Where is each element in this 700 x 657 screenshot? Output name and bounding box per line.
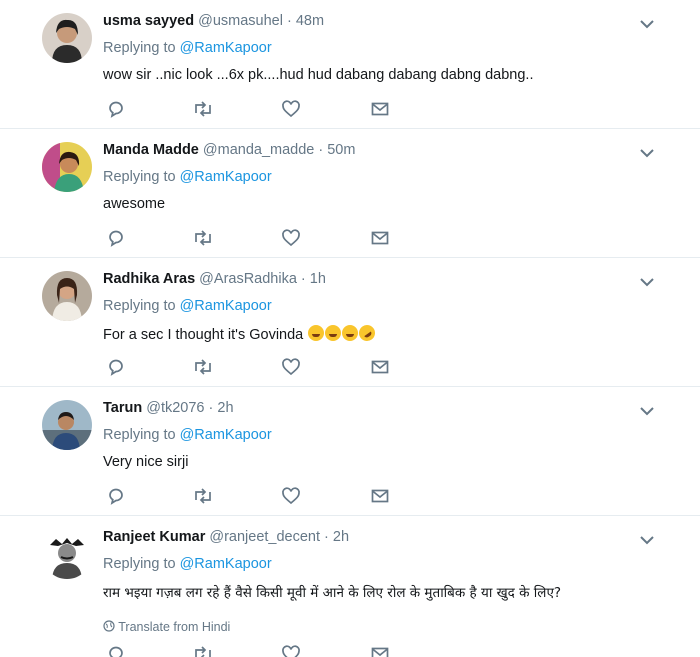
avatar[interactable]: [42, 400, 92, 450]
reply-icon[interactable]: [106, 228, 126, 248]
mention-link[interactable]: @RamKapoor: [180, 556, 272, 572]
tweet-actions: [103, 644, 403, 657]
avatar[interactable]: [42, 13, 92, 63]
reply-icon[interactable]: [106, 486, 126, 506]
tweet-text: wow sir ..nic look ...6x pk....hud hud d…: [103, 67, 534, 83]
replying-prefix: Replying to: [103, 427, 180, 443]
heart-icon[interactable]: [281, 486, 301, 506]
tweet-text: राम भइया गज़ब लग रहे हैं वैसे किसी मूवी …: [103, 585, 562, 601]
reply-icon[interactable]: [106, 99, 126, 119]
replying-to: Replying to @RamKapoor: [103, 556, 272, 572]
replying-to: Replying to @RamKapoor: [103, 427, 272, 443]
tweet[interactable]: Tarun @tk2076 · 2h Replying to @RamKapoo…: [0, 387, 700, 516]
face-with-tears-of-joy-icon: [325, 325, 342, 341]
avatar[interactable]: [42, 529, 92, 579]
retweet-icon[interactable]: [193, 357, 213, 377]
face-with-tears-of-joy-icon: [342, 325, 359, 341]
face-with-tears-of-joy-icon: [308, 325, 325, 341]
retweet-icon[interactable]: [193, 486, 213, 506]
handle-and-time[interactable]: @manda_madde · 50m: [203, 142, 356, 158]
tweet[interactable]: Manda Madde @manda_madde · 50m Replying …: [0, 129, 700, 258]
replying-prefix: Replying to: [103, 556, 180, 572]
handle-and-time[interactable]: @tk2076 · 2h: [146, 400, 233, 416]
chevron-down-icon[interactable]: [640, 277, 654, 287]
tweet[interactable]: usma sayyed @usmasuhel · 48m Replying to…: [0, 0, 700, 129]
display-name[interactable]: Manda Madde: [103, 142, 199, 158]
heart-icon[interactable]: [281, 644, 301, 657]
tweet-text: awesome: [103, 196, 166, 212]
display-name[interactable]: Radhika Aras: [103, 271, 195, 287]
envelope-icon[interactable]: [370, 644, 390, 657]
tweet-actions: [103, 357, 403, 377]
envelope-icon[interactable]: [370, 99, 390, 119]
tweet-actions: [103, 228, 403, 248]
handle-and-time[interactable]: @usmasuhel · 48m: [198, 13, 324, 29]
display-name[interactable]: usma sayyed: [103, 13, 194, 29]
mention-link[interactable]: @RamKapoor: [180, 298, 272, 314]
tweet-header: Radhika Aras @ArasRadhika · 1h: [103, 271, 326, 287]
translate-link[interactable]: Translate from Hindi: [103, 620, 230, 634]
envelope-icon[interactable]: [370, 357, 390, 377]
tweet-text-content: For a sec I thought it's Govinda: [103, 327, 304, 343]
heart-icon[interactable]: [281, 99, 301, 119]
rolling-on-floor-laughing-icon: [356, 321, 379, 345]
envelope-icon[interactable]: [370, 228, 390, 248]
display-name[interactable]: Tarun: [103, 400, 142, 416]
tweet[interactable]: Radhika Aras @ArasRadhika · 1h Replying …: [0, 258, 700, 387]
tweet-actions: [103, 99, 403, 119]
retweet-icon[interactable]: [193, 99, 213, 119]
translate-label: Translate from Hindi: [118, 620, 231, 634]
chevron-down-icon[interactable]: [640, 148, 654, 158]
reply-icon[interactable]: [106, 357, 126, 377]
avatar[interactable]: [42, 142, 92, 192]
replying-to: Replying to @RamKapoor: [103, 40, 272, 56]
tweet-header: Ranjeet Kumar @ranjeet_decent · 2h: [103, 529, 349, 545]
heart-icon[interactable]: [281, 357, 301, 377]
tweet-text: For a sec I thought it's Govinda: [103, 321, 379, 345]
replying-to: Replying to @RamKapoor: [103, 298, 272, 314]
mention-link[interactable]: @RamKapoor: [180, 169, 272, 185]
chevron-down-icon[interactable]: [640, 406, 654, 416]
mention-link[interactable]: @RamKapoor: [180, 40, 272, 56]
handle-and-time[interactable]: @ranjeet_decent · 2h: [209, 529, 349, 545]
reply-icon[interactable]: [106, 644, 126, 657]
retweet-icon[interactable]: [193, 644, 213, 657]
mention-link[interactable]: @RamKapoor: [180, 427, 272, 443]
replying-prefix: Replying to: [103, 298, 180, 314]
chevron-down-icon[interactable]: [640, 535, 654, 545]
globe-icon: [103, 620, 115, 632]
tweet-header: usma sayyed @usmasuhel · 48m: [103, 13, 324, 29]
tweet-actions: [103, 486, 403, 506]
replying-to: Replying to @RamKapoor: [103, 169, 272, 185]
tweet-header: Tarun @tk2076 · 2h: [103, 400, 234, 416]
tweet-text: Very nice sirji: [103, 454, 189, 470]
replying-prefix: Replying to: [103, 40, 180, 56]
handle-and-time[interactable]: @ArasRadhika · 1h: [199, 271, 326, 287]
tweet[interactable]: Ranjeet Kumar @ranjeet_decent · 2h Reply…: [0, 516, 700, 657]
heart-icon[interactable]: [281, 228, 301, 248]
chevron-down-icon[interactable]: [640, 19, 654, 29]
replying-prefix: Replying to: [103, 169, 180, 185]
retweet-icon[interactable]: [193, 228, 213, 248]
display-name[interactable]: Ranjeet Kumar: [103, 529, 205, 545]
avatar[interactable]: [42, 271, 92, 321]
envelope-icon[interactable]: [370, 486, 390, 506]
tweet-header: Manda Madde @manda_madde · 50m: [103, 142, 355, 158]
